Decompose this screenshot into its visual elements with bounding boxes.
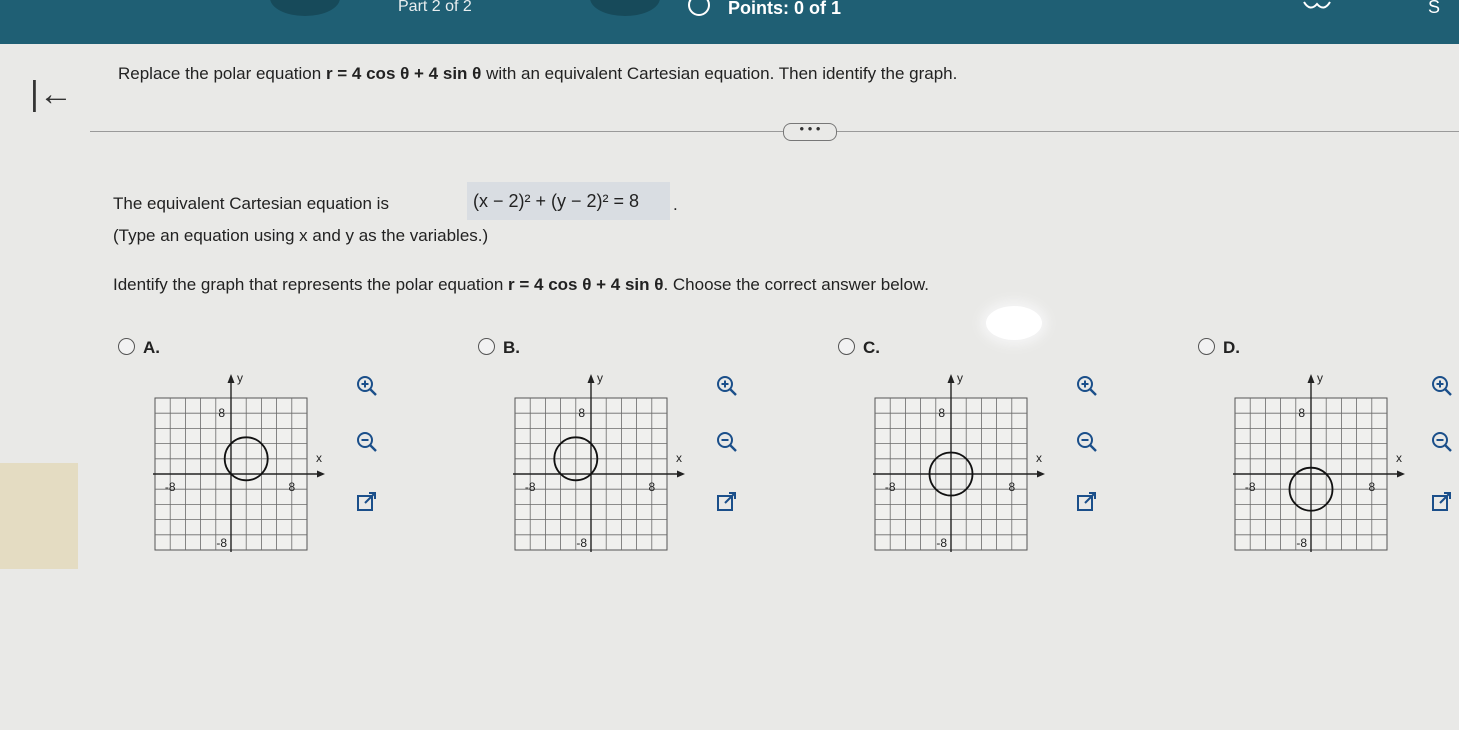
part2-equation: r = 4 cos θ + 4 sin θ bbox=[508, 275, 664, 294]
option-letter: D. bbox=[1223, 338, 1240, 357]
x-axis-arrow bbox=[1397, 470, 1405, 478]
x-axis-label: x bbox=[1036, 451, 1042, 465]
zoom-in-icon[interactable] bbox=[355, 374, 379, 398]
radio-button[interactable] bbox=[838, 338, 855, 355]
more-button[interactable]: • • • bbox=[783, 122, 837, 141]
y-max-label: 8 bbox=[1298, 406, 1305, 420]
question-equation: r = 4 cos θ + 4 sin θ bbox=[325, 64, 482, 83]
x-max-label: 8 bbox=[1008, 480, 1015, 494]
zoom-out-icon[interactable] bbox=[1075, 430, 1099, 454]
question-pre: Replace the polar equation bbox=[118, 64, 326, 83]
y-axis-label: y bbox=[237, 371, 243, 385]
zoom-in-icon[interactable] bbox=[1430, 374, 1454, 398]
y-axis-label: y bbox=[1317, 371, 1323, 385]
zoom-out-icon[interactable] bbox=[1430, 430, 1454, 454]
zoom-out-icon[interactable] bbox=[355, 430, 379, 454]
y-axis-arrow bbox=[227, 374, 235, 383]
question-text: Replace the polar equation r = 4 cos θ +… bbox=[118, 64, 957, 84]
back-to-start-icon[interactable]: |← bbox=[30, 77, 73, 111]
y-max-label: 8 bbox=[218, 406, 225, 420]
x-axis-label: x bbox=[676, 451, 682, 465]
link-icon[interactable] bbox=[1300, 0, 1334, 14]
radio-button[interactable] bbox=[118, 338, 135, 355]
y-min-label: -8 bbox=[936, 536, 947, 550]
divider bbox=[90, 131, 1459, 132]
y-min-label: -8 bbox=[216, 536, 227, 550]
y-axis-arrow bbox=[947, 374, 955, 383]
header-decoration bbox=[590, 0, 660, 16]
x-axis-label: x bbox=[1396, 451, 1402, 465]
x-axis-arrow bbox=[677, 470, 685, 478]
y-max-label: 8 bbox=[578, 406, 585, 420]
option-graph: y 8 x -8 8 -8 bbox=[873, 366, 1053, 566]
option-letter: C. bbox=[863, 338, 880, 357]
x-min-label: -8 bbox=[165, 480, 176, 494]
points-circle-icon bbox=[688, 0, 710, 16]
x-axis-arrow bbox=[317, 470, 325, 478]
x-axis-label: x bbox=[316, 451, 322, 465]
part1-prompt: The equivalent Cartesian equation is bbox=[113, 194, 389, 213]
radio-button[interactable] bbox=[1198, 338, 1215, 355]
x-min-label: -8 bbox=[1245, 480, 1256, 494]
zoom-out-icon[interactable] bbox=[715, 430, 739, 454]
answer-period: . bbox=[673, 195, 678, 214]
question-post: with an equivalent Cartesian equation. T… bbox=[481, 64, 958, 83]
graph-svg: y 8 x -8 8 -8 bbox=[1233, 371, 1405, 552]
graph-svg: y 8 x -8 8 -8 bbox=[513, 371, 685, 552]
popout-icon[interactable] bbox=[1430, 490, 1454, 514]
y-axis-arrow bbox=[587, 374, 595, 383]
option-graph: y 8 x -8 8 -8 bbox=[513, 366, 693, 566]
y-axis-label: y bbox=[597, 371, 603, 385]
zoom-in-icon[interactable] bbox=[715, 374, 739, 398]
answer-field[interactable]: (x − 2)² + (y − 2)² = 8 bbox=[467, 182, 670, 220]
zoom-in-icon[interactable] bbox=[1075, 374, 1099, 398]
x-min-label: -8 bbox=[525, 480, 536, 494]
graph-svg: y 8 x -8 8 -8 bbox=[873, 371, 1045, 552]
top-bar: Part 2 of 2 Points: 0 of 1 S bbox=[0, 0, 1459, 44]
screen-glare bbox=[986, 306, 1042, 340]
part2-pre: Identify the graph that represents the p… bbox=[113, 275, 509, 294]
y-min-label: -8 bbox=[576, 536, 587, 550]
x-axis-arrow bbox=[1037, 470, 1045, 478]
option-letter: A. bbox=[143, 338, 160, 357]
header-decoration bbox=[270, 0, 340, 16]
user-initials: S bbox=[1428, 0, 1441, 17]
option-letter: B. bbox=[503, 338, 520, 357]
option-graph: y 8 x -8 8 -8 bbox=[1233, 366, 1413, 566]
y-axis-arrow bbox=[1307, 374, 1315, 383]
part1-instruction: (Type an equation using x and y as the v… bbox=[113, 226, 489, 245]
y-max-label: 8 bbox=[938, 406, 945, 420]
x-max-label: 8 bbox=[1368, 480, 1375, 494]
x-max-label: 8 bbox=[648, 480, 655, 494]
background-band bbox=[0, 463, 78, 569]
popout-icon[interactable] bbox=[715, 490, 739, 514]
part-indicator: Part 2 of 2 bbox=[398, 0, 472, 15]
part2-post: . Choose the correct answer below. bbox=[663, 275, 929, 294]
popout-icon[interactable] bbox=[355, 490, 379, 514]
popout-icon[interactable] bbox=[1075, 490, 1099, 514]
points-label: Points: 0 of 1 bbox=[728, 0, 842, 18]
y-axis-label: y bbox=[957, 371, 963, 385]
part2-prompt: Identify the graph that represents the p… bbox=[113, 275, 929, 295]
x-min-label: -8 bbox=[885, 480, 896, 494]
radio-button[interactable] bbox=[478, 338, 495, 355]
x-max-label: 8 bbox=[288, 480, 295, 494]
graph-svg: y 8 x -8 8 -8 bbox=[153, 371, 325, 552]
option-graph: y 8 x -8 8 -8 bbox=[153, 366, 333, 566]
y-min-label: -8 bbox=[1296, 536, 1307, 550]
